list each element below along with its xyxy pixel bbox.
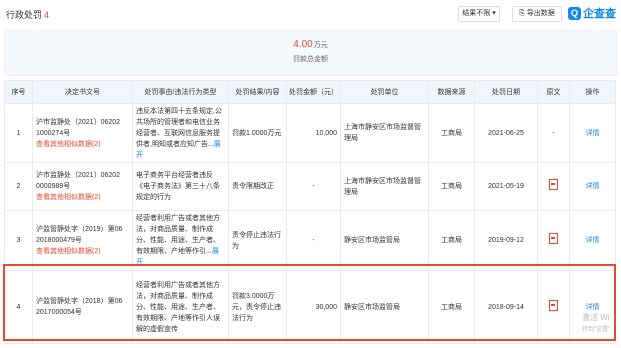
- row-index: 1: [4, 103, 33, 163]
- export-data-button[interactable]: ⎘ 导出数据: [512, 6, 562, 22]
- row-result: 罚款1.0000万元: [228, 103, 287, 163]
- row-index: 4: [4, 270, 33, 344]
- row-source: 工商局: [428, 210, 475, 271]
- section-title-text: 行政处罚: [6, 10, 43, 20]
- row-amount: 30,000: [286, 270, 341, 344]
- export-label: 导出数据: [526, 10, 555, 17]
- related-data-link[interactable]: 查看其他相似数据(2): [36, 141, 101, 148]
- pdf-file-icon[interactable]: [549, 179, 558, 190]
- table-row: 1 沪市监静处〔2021〕06202 1000274号查看其他相似数据(2) 违…: [4, 103, 616, 163]
- row-source: 工商局: [428, 270, 475, 344]
- detail-link[interactable]: 详情: [569, 162, 616, 211]
- col-source: 数据来源: [428, 80, 475, 104]
- result-filter-dropdown[interactable]: 结果不限 ▾: [458, 6, 500, 22]
- penalty-summary: 4.00万元 罚款总金额: [4, 30, 617, 76]
- col-amount: 处罚金额（元）: [286, 80, 341, 104]
- total-amount-label: 罚款总金额: [293, 56, 328, 63]
- table-header-row: 序号 决定书文号 处罚事由/违法行为类型 处罚结果/内容 处罚金额（元） 处罚单…: [4, 80, 616, 104]
- col-doc-no: 决定书文号: [32, 80, 133, 104]
- col-original: 原文: [537, 80, 570, 104]
- reason-text: 违反本法第四十五条规定,公共场所的管理者和电信业务经营者、互联网信息服务提供者,…: [136, 107, 222, 148]
- qichacha-logo: Q 企查查: [568, 5, 616, 21]
- col-action: 操作: [569, 80, 616, 104]
- col-unit: 处罚单位: [340, 80, 429, 104]
- row-unit: 上海市静安区市场监督管理局: [340, 103, 429, 163]
- activation-watermark-sub: 转到"设置": [582, 327, 611, 333]
- row-doc-no: 沪市监静处〔2021〕06202 1000274号查看其他相似数据(2): [32, 103, 133, 163]
- logo-mark-icon: Q: [568, 6, 581, 20]
- row-amount: -: [286, 162, 341, 211]
- section-header: 行政处罚 4 结果不限 ▾ ⎘ 导出数据 Q 企查查: [0, 0, 621, 28]
- row-result: 罚款3.0000万元，责令停止违法行为: [228, 270, 287, 344]
- row-reason: 经营者利用广告或者其他方法，对商品质量、制作成分、性能、用途、生产者、有效期限、…: [132, 270, 229, 344]
- row-reason: 违反本法第四十五条规定,公共场所的管理者和电信业务经营者、互联网信息服务提供者,…: [132, 103, 229, 163]
- record-count: 4: [44, 10, 50, 20]
- row-index: 2: [4, 162, 33, 211]
- doc-no-text: 沪市监静处〔2021〕06202 1000274号: [36, 118, 121, 137]
- doc-no-text: 沪市监静处〔2021〕06202 0000989号: [36, 172, 121, 190]
- total-amount-unit: 万元: [313, 42, 328, 49]
- col-date: 处罚日期: [474, 80, 538, 104]
- activation-watermark: 激活 Wi: [582, 313, 610, 322]
- row-result: 责令停止违法行为: [228, 210, 287, 271]
- penalty-table: 序号 决定书文号 处罚事由/违法行为类型 处罚结果/内容 处罚金额（元） 处罚单…: [4, 80, 616, 344]
- export-icon: ⎘: [519, 10, 527, 17]
- section-title: 行政处罚 4: [6, 8, 49, 21]
- row-original[interactable]: [537, 162, 570, 211]
- row-doc-no: 沪监管静处字（2019）第06 2018000479号查看其他相似数据(2): [32, 210, 133, 271]
- row-original: -: [537, 103, 570, 163]
- row-date: 2018-09-14: [474, 270, 538, 344]
- related-data-link[interactable]: 查看其他相似数据(2): [36, 248, 101, 255]
- row-amount: 10,000: [286, 103, 341, 163]
- detail-link[interactable]: 详情: [569, 210, 616, 271]
- reason-text: 经营者利用广告或者其他方法，对商品质量、制作成分、性能、用途、生产者、有效期限、…: [136, 215, 220, 255]
- row-date: 2021-06-25: [474, 103, 538, 163]
- logo-text: 企查查: [583, 8, 616, 20]
- detail-link[interactable]: 详情: [569, 103, 616, 163]
- row-reason: 经营者利用广告或者其他方法，对商品质量、制作成分、性能、用途、生产者、有效期限、…: [132, 210, 229, 271]
- pdf-file-icon[interactable]: [549, 299, 558, 311]
- row-unit: 静安区市场监管局: [340, 270, 429, 344]
- row-doc-no: 沪市监静处〔2021〕06202 0000989号查看其他相似数据(2): [32, 162, 133, 211]
- related-data-link[interactable]: 查看其他相似数据(2): [36, 194, 101, 201]
- row-original[interactable]: [537, 270, 570, 344]
- row-result: 责令限期改正: [228, 162, 287, 211]
- row-doc-no: 沪监管静处字（2018）第06 2017000054号: [32, 270, 133, 344]
- row-reason: 电子商务平台经营者违反《电子商务法》第三十八条规定的行为: [132, 162, 229, 211]
- table-row: 2 沪市监静处〔2021〕06202 0000989号查看其他相似数据(2) 电…: [4, 162, 616, 211]
- row-unit: 静安区市场监管局: [340, 210, 429, 271]
- total-amount-value: 4.00: [293, 39, 313, 50]
- row-original[interactable]: [537, 210, 570, 271]
- doc-no-text: 沪监管静处字（2019）第06 2018000479号: [36, 226, 123, 244]
- row-source: 工商局: [428, 162, 475, 211]
- row-amount: -: [286, 210, 341, 271]
- total-amount: 4.00万元: [5, 39, 616, 50]
- table-row: 4 沪监管静处字（2018）第06 2017000054号 经营者利用广告或者其…: [4, 270, 616, 344]
- col-reason: 处罚事由/违法行为类型: [132, 80, 229, 104]
- row-unit: 上海市静安区市场监督管理局: [340, 162, 429, 211]
- row-source: 工商局: [428, 103, 475, 163]
- pdf-file-icon[interactable]: [549, 233, 558, 244]
- col-index: 序号: [4, 80, 33, 104]
- col-result: 处罚结果/内容: [228, 80, 287, 104]
- row-index: 3: [4, 210, 33, 271]
- table-row: 3 沪监管静处字（2019）第06 2018000479号查看其他相似数据(2)…: [4, 210, 616, 271]
- row-date: 2019-09-12: [474, 210, 538, 271]
- row-date: 2021-05-19: [474, 162, 538, 211]
